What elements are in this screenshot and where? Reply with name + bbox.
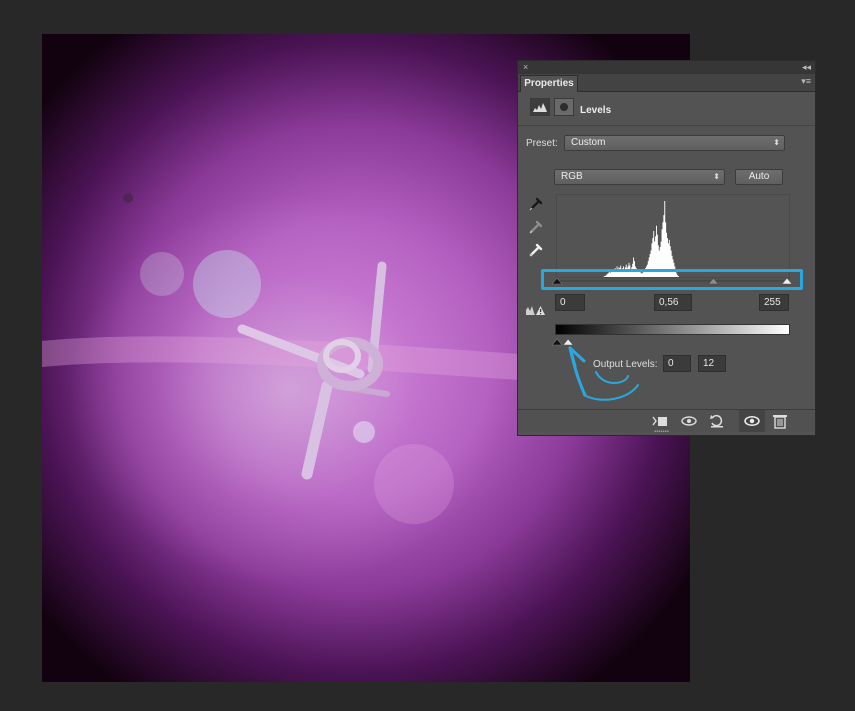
panel-tab-bar: Properties ▾≡ <box>518 74 815 92</box>
bokeh-light <box>193 250 261 318</box>
preset-value: Custom <box>571 137 606 148</box>
select-arrows-icon: ⬍ <box>773 138 780 147</box>
white-point-eyedropper-icon[interactable] <box>527 241 545 259</box>
adjustment-header: Levels <box>518 92 815 126</box>
adjustment-title: Levels <box>580 105 612 116</box>
output-white-field[interactable]: 12 <box>698 355 726 372</box>
reset-adjustment-icon[interactable] <box>708 413 726 429</box>
properties-panel: × ◂◂ Properties ▾≡ Levels Preset: Custom… <box>517 60 816 436</box>
preset-label: Preset: <box>526 138 558 149</box>
close-panel-button[interactable]: × <box>523 61 528 73</box>
levels-histogram-icon[interactable] <box>530 98 550 116</box>
collapse-panel-button[interactable]: ◂◂ <box>802 61 811 73</box>
clip-to-layer-icon[interactable] <box>652 413 670 429</box>
output-levels-label: Output Levels: <box>593 359 658 370</box>
toggle-visibility-icon[interactable] <box>743 413 761 429</box>
slider-highlight-annotation <box>541 269 803 290</box>
clipping-warning-icon[interactable] <box>525 301 545 317</box>
tab-properties[interactable]: Properties <box>520 75 578 92</box>
output-levels-gradient <box>555 324 790 335</box>
gray-point-eyedropper-icon[interactable] <box>527 218 545 236</box>
barb-strand <box>301 380 333 480</box>
bokeh-light <box>374 444 454 524</box>
select-arrows-icon: ⬍ <box>713 172 720 181</box>
preset-select[interactable]: Custom ⬍ <box>564 135 785 151</box>
output-levels-slider[interactable] <box>552 335 582 347</box>
histogram-graph <box>557 201 789 277</box>
panel-title-strip: × ◂◂ <box>518 61 815 75</box>
panel-resize-grip[interactable]: ▪▪▪▪▪▪▪ <box>654 429 674 435</box>
output-black-handle[interactable] <box>552 338 563 346</box>
layer-mask-icon[interactable] <box>554 98 574 116</box>
bokeh-light <box>123 193 133 203</box>
bokeh-light <box>140 252 184 296</box>
histogram-shape <box>557 201 789 277</box>
bokeh-light <box>353 421 375 443</box>
output-white-handle[interactable] <box>562 338 574 346</box>
black-point-eyedropper-icon[interactable] <box>527 195 545 213</box>
view-previous-state-icon[interactable] <box>680 413 698 429</box>
channel-value: RGB <box>561 171 583 182</box>
output-black-field[interactable]: 0 <box>663 355 691 372</box>
input-gamma-field[interactable]: 0,56 <box>654 294 692 311</box>
input-black-field[interactable]: 0 <box>555 294 585 311</box>
auto-button[interactable]: Auto <box>735 169 783 185</box>
channel-select[interactable]: RGB ⬍ <box>554 169 725 185</box>
histogram <box>556 194 790 278</box>
input-white-field[interactable]: 255 <box>759 294 789 311</box>
panel-menu-icon[interactable]: ▾≡ <box>801 76 811 87</box>
delete-adjustment-icon[interactable] <box>771 413 789 429</box>
